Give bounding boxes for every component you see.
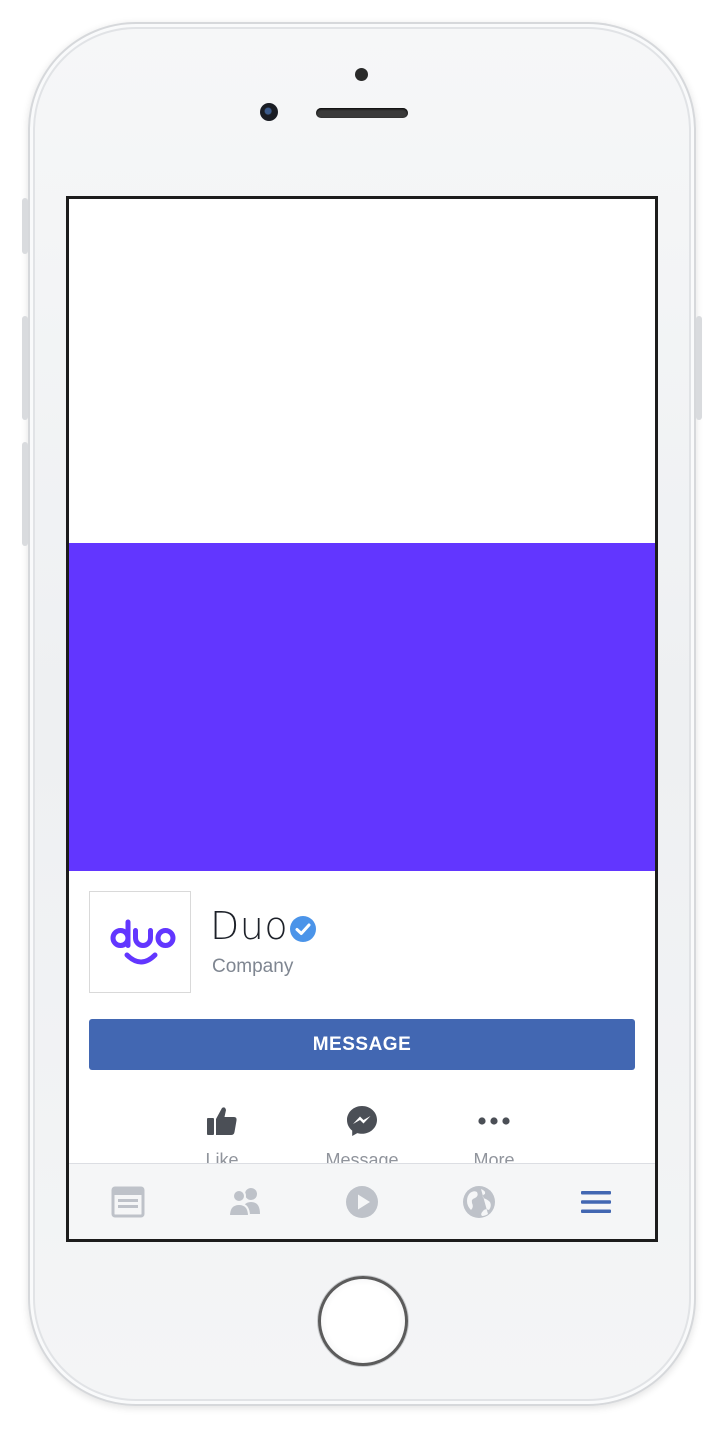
tab-news-feed[interactable] xyxy=(110,1184,146,1220)
home-button[interactable] xyxy=(318,1276,408,1366)
tab-menu[interactable] xyxy=(578,1184,614,1220)
facebook-page-view: duo Duo Company MESSAGE xyxy=(69,199,655,1239)
thumbs-up-icon xyxy=(207,1107,237,1135)
phone-screen: duo Duo Company MESSAGE xyxy=(66,196,658,1242)
message-action[interactable]: Message xyxy=(307,1104,417,1171)
friends-icon xyxy=(227,1188,260,1217)
play-icon xyxy=(346,1186,378,1218)
power-button xyxy=(696,316,702,420)
cover-blank-area xyxy=(69,199,655,543)
hamburger-menu-icon xyxy=(581,1191,611,1213)
bottom-tab-bar xyxy=(69,1163,655,1239)
news-feed-icon xyxy=(111,1186,145,1218)
message-button-label: MESSAGE xyxy=(312,1033,412,1055)
mute-switch xyxy=(22,198,28,254)
tab-watch[interactable] xyxy=(344,1184,380,1220)
message-button[interactable]: MESSAGE xyxy=(89,1019,635,1070)
page-title: Duo xyxy=(210,904,289,948)
tab-friends[interactable] xyxy=(227,1184,263,1220)
duo-logo-icon: duo xyxy=(110,919,176,965)
verified-badge-icon xyxy=(290,916,316,942)
like-action[interactable]: Like xyxy=(167,1104,277,1171)
messenger-icon xyxy=(347,1106,377,1136)
volume-down-button xyxy=(22,442,28,546)
page-avatar[interactable]: duo xyxy=(89,891,191,993)
cover-photo[interactable] xyxy=(69,543,655,871)
more-dots-icon xyxy=(478,1117,510,1125)
globe-icon xyxy=(463,1186,495,1218)
more-action[interactable]: More xyxy=(439,1104,549,1171)
tab-notifications[interactable] xyxy=(461,1184,497,1220)
proximity-sensor xyxy=(355,68,368,81)
front-camera xyxy=(260,103,278,121)
earpiece-speaker xyxy=(316,108,408,118)
volume-up-button xyxy=(22,316,28,420)
page-category: Company xyxy=(212,956,294,977)
